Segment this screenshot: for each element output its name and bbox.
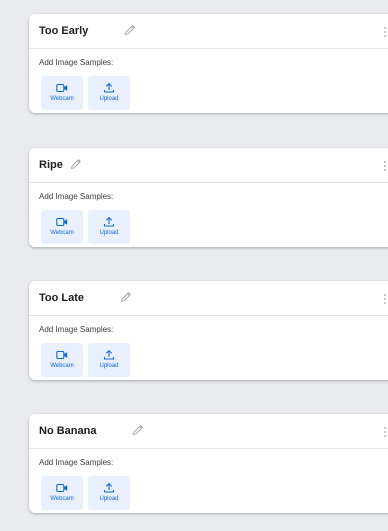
class-card-header: Ripe — [29, 148, 388, 183]
class-card-too-late: Too Late Add Image Samples: Webcam Uploa… — [29, 281, 388, 380]
upload-button[interactable]: Upload — [88, 343, 130, 377]
more-vert-icon[interactable] — [383, 160, 387, 172]
add-samples-label: Add Image Samples: — [39, 58, 114, 67]
videocam-icon — [56, 217, 68, 227]
class-list: Too Early Add Image Samples: Webcam Uplo… — [0, 0, 388, 531]
class-card-body: Add Image Samples: Webcam Upload — [29, 49, 388, 113]
more-vert-icon[interactable] — [383, 26, 387, 38]
class-card-ripe: Ripe Add Image Samples: Webcam Upload — [29, 148, 388, 247]
videocam-icon — [56, 83, 68, 93]
webcam-label: Webcam — [50, 230, 74, 236]
upload-label: Upload — [99, 230, 119, 236]
pencil-icon[interactable] — [69, 157, 83, 171]
class-card-header: Too Late — [29, 281, 388, 316]
webcam-button[interactable]: Webcam — [41, 210, 83, 244]
class-name[interactable]: No Banana — [39, 425, 96, 437]
add-samples-label: Add Image Samples: — [39, 325, 114, 334]
more-vert-icon[interactable] — [383, 293, 387, 305]
videocam-icon — [56, 350, 68, 360]
class-card-too-early: Too Early Add Image Samples: Webcam Uplo… — [29, 14, 388, 113]
pencil-icon[interactable] — [131, 423, 145, 437]
class-name[interactable]: Too Late — [39, 292, 84, 304]
upload-button[interactable]: Upload — [88, 76, 130, 110]
left-gutter — [0, 0, 29, 531]
webcam-button[interactable]: Webcam — [41, 476, 83, 510]
webcam-button[interactable]: Webcam — [41, 343, 83, 377]
class-card-body: Add Image Samples: Webcam Upload — [29, 183, 388, 247]
upload-button[interactable]: Upload — [88, 210, 130, 244]
upload-label: Upload — [99, 96, 119, 102]
class-card-header: No Banana — [29, 414, 388, 449]
class-name[interactable]: Ripe — [39, 159, 63, 171]
upload-label: Upload — [99, 496, 119, 502]
upload-icon — [103, 83, 115, 93]
class-card-no-banana: No Banana Add Image Samples: Webcam Uplo… — [29, 414, 388, 513]
upload-icon — [103, 483, 115, 493]
upload-label: Upload — [99, 363, 119, 369]
class-card-body: Add Image Samples: Webcam Upload — [29, 449, 388, 513]
add-samples-label: Add Image Samples: — [39, 458, 114, 467]
webcam-label: Webcam — [50, 496, 74, 502]
class-name[interactable]: Too Early — [39, 25, 88, 37]
more-vert-icon[interactable] — [383, 426, 387, 438]
pencil-icon[interactable] — [119, 290, 133, 304]
webcam-label: Webcam — [50, 96, 74, 102]
class-card-header: Too Early — [29, 14, 388, 49]
webcam-button[interactable]: Webcam — [41, 76, 83, 110]
upload-button[interactable]: Upload — [88, 476, 130, 510]
class-card-body: Add Image Samples: Webcam Upload — [29, 316, 388, 380]
webcam-label: Webcam — [50, 363, 74, 369]
pencil-icon[interactable] — [123, 23, 137, 37]
videocam-icon — [56, 483, 68, 493]
upload-icon — [103, 350, 115, 360]
upload-icon — [103, 217, 115, 227]
add-samples-label: Add Image Samples: — [39, 192, 114, 201]
